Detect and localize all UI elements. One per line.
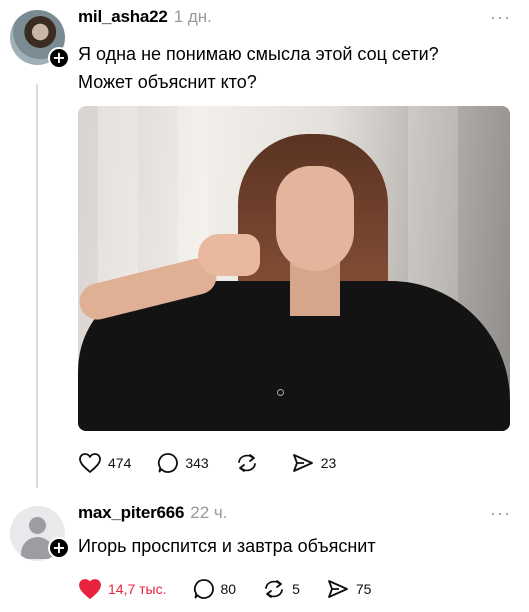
post-text-line: Может объяснит кто? [78, 72, 257, 92]
reply-count: 343 [185, 455, 209, 471]
reply-button[interactable]: 343 [157, 452, 209, 474]
share-button[interactable]: 23 [291, 452, 337, 474]
timestamp: 1 дн. [173, 7, 212, 26]
repost-arrows-icon [265, 580, 283, 598]
send-arrow-icon [292, 454, 313, 472]
post-header: mil_asha22 1 дн. [78, 7, 212, 27]
post-image[interactable] [78, 106, 510, 431]
post-header: max_piter666 22 ч. [78, 503, 228, 523]
more-dots-icon[interactable]: ··· [490, 504, 511, 522]
username[interactable]: mil_asha22 [78, 7, 168, 27]
more-dots-icon[interactable]: ··· [490, 8, 511, 26]
like-button[interactable]: 474 [78, 452, 131, 474]
avatar-head [29, 517, 46, 534]
send-arrow-icon [327, 580, 348, 598]
like-count: 474 [108, 455, 132, 471]
share-button[interactable]: 75 [326, 578, 372, 600]
like-button[interactable]: 14,7 тыс. [78, 578, 167, 600]
username[interactable]: max_piter666 [78, 503, 184, 523]
like-count: 14,7 тыс. [108, 581, 167, 597]
repost-button[interactable] [235, 452, 265, 474]
share-count: 75 [355, 581, 372, 597]
plus-icon[interactable]: + [48, 47, 70, 69]
post-actions: 14,7 тыс. 80 5 75 [78, 578, 397, 600]
repost-button[interactable]: 5 [262, 578, 300, 600]
repost-arrows-icon [237, 454, 256, 472]
repost-count: 5 [292, 581, 300, 597]
comment-bubble-icon [158, 453, 179, 473]
thread-line [36, 84, 38, 488]
comment-bubble-icon [193, 579, 214, 599]
post-actions: 474 343 23 [78, 452, 362, 474]
share-count: 23 [320, 455, 337, 471]
post-text: Я одна не понимаю смысла этой соц сети? … [78, 40, 518, 96]
heart-icon [79, 453, 101, 473]
thread-post: + mil_asha22 1 дн. ··· Я одна не понимаю… [0, 0, 529, 495]
timestamp: 22 ч. [190, 503, 228, 522]
heart-icon [79, 579, 101, 599]
reply-button[interactable]: 80 [193, 578, 237, 600]
plus-icon[interactable]: + [48, 537, 70, 559]
reply-count: 80 [220, 581, 237, 597]
post-text-line: Игорь проспится и завтра объяснит [78, 536, 376, 556]
post-text-line: Я одна не понимаю смысла этой соц сети? [78, 44, 439, 64]
post-text: Игорь проспится и завтра объяснит [78, 532, 518, 560]
